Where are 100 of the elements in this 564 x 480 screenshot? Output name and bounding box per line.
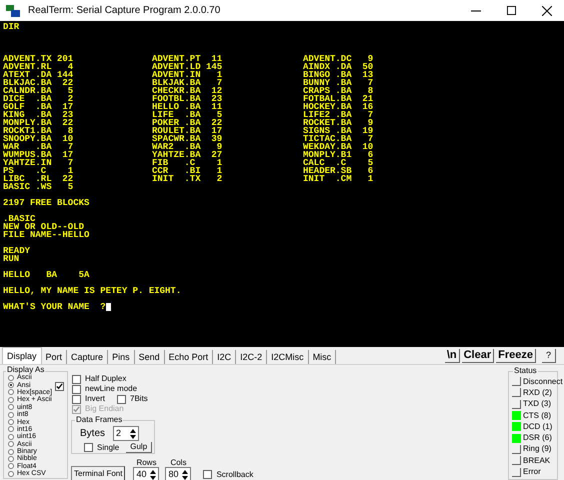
- tab[interactable]: I2C: [213, 350, 236, 364]
- terminal-line: FOTBAL.BA 21: [303, 95, 374, 103]
- radio-button[interactable]: [8, 389, 14, 396]
- terminal-line: WHAT'S YOUR NAME ?: [3, 303, 106, 311]
- toolbar-button[interactable]: Freeze: [496, 349, 536, 363]
- terminal-line: CALC .C 5: [303, 159, 374, 167]
- terminal-line: ROCKT1.BA 8: [3, 127, 74, 135]
- terminal-line: ADVENT.LD 145: [152, 63, 222, 71]
- terminal-line: BINGO .BA 13: [303, 71, 374, 79]
- spin-arrows-icon[interactable]: [181, 468, 190, 480]
- terminal-line: YAHTZE.IN 7: [3, 159, 74, 167]
- tab[interactable]: Misc: [308, 350, 336, 364]
- terminal-line: HELLO, MY NAME IS PETEY P. EIGHT.: [3, 287, 182, 295]
- radio-button[interactable]: [8, 404, 14, 410]
- radio-button[interactable]: [8, 382, 14, 388]
- status-label: Ring (9): [523, 445, 552, 454]
- group-title: Display As: [6, 366, 46, 374]
- status-label: DSR (6): [523, 434, 552, 442]
- checkbox[interactable]: [84, 443, 93, 452]
- checkbox[interactable]: [55, 382, 64, 391]
- terminal-line: READY: [3, 247, 30, 255]
- toolbar-button[interactable]: ?: [542, 349, 556, 363]
- terminal-line: ROCKET.BA 9: [303, 119, 374, 127]
- checkbox[interactable]: [203, 470, 212, 479]
- tab[interactable]: I2CMisc: [267, 350, 309, 364]
- terminal-line: BLKJAC.BA 22: [3, 79, 74, 87]
- terminal-line: FOOTBL.BA 23: [152, 95, 222, 103]
- group-title: Status: [513, 367, 538, 375]
- terminal-line: CRAPS .BA 8: [303, 87, 374, 95]
- radio-button[interactable]: [8, 456, 14, 462]
- tab[interactable]: Capture: [67, 350, 108, 364]
- terminal-line: HEADER.SB 6: [303, 167, 374, 175]
- status-label: DCD (1): [523, 422, 552, 431]
- toolbar-button[interactable]: \n: [444, 349, 460, 363]
- terminal-font-button[interactable]: Terminal Font: [71, 466, 126, 480]
- terminal-line: KING .BA 23: [3, 111, 74, 119]
- terminal-line: ADVENT.IN 1: [152, 71, 222, 79]
- tab[interactable]: Send: [134, 350, 165, 364]
- checkbox[interactable]: [117, 394, 126, 404]
- radio-button[interactable]: [8, 374, 14, 381]
- radio-button[interactable]: [8, 396, 14, 403]
- terminal-line: CCR .BI 1: [152, 167, 222, 175]
- status-label: BREAK: [523, 456, 550, 465]
- tab[interactable]: Display: [2, 347, 42, 364]
- app-icon: [6, 4, 20, 16]
- radio-button[interactable]: [8, 470, 14, 477]
- terminal-line: HELLO BA 5A: [3, 271, 90, 279]
- terminal-line: ROULET.BA 17: [152, 127, 222, 135]
- terminal-line: PS .C 1: [3, 167, 74, 175]
- bytes-spinner[interactable]: 2: [113, 426, 140, 441]
- close-icon[interactable]: [542, 6, 552, 16]
- radio-button[interactable]: [8, 434, 14, 440]
- checkbox-label: Invert: [85, 395, 106, 403]
- radio-button[interactable]: [8, 448, 14, 455]
- radio-button[interactable]: [8, 463, 14, 470]
- checkbox[interactable]: [72, 384, 81, 394]
- terminal-line: ATEXT .DA 144: [3, 71, 74, 79]
- terminal-line: ADVENT.PT 11: [152, 55, 222, 63]
- checkbox-label: newLine mode: [85, 385, 138, 393]
- radio-button[interactable]: [8, 426, 14, 432]
- bytes-label: Bytes: [80, 428, 106, 438]
- cols-spinner[interactable]: 80: [165, 467, 192, 480]
- terminal-line: CHECKR.BA 12: [152, 87, 222, 95]
- radio-button[interactable]: [8, 412, 14, 418]
- terminal-line: .BASIC: [3, 215, 36, 223]
- gulp-button[interactable]: Gulp: [126, 442, 152, 453]
- tab[interactable]: Echo Port: [164, 350, 214, 364]
- terminal-line: FILE NAME--HELLO: [3, 231, 90, 239]
- terminal-line: INIT .CM 1: [303, 175, 374, 183]
- terminal-line: YAHTZE.BA 27: [152, 151, 222, 159]
- terminal-line: 2197 FREE BLOCKS: [3, 199, 90, 207]
- spin-arrows-icon[interactable]: [149, 468, 158, 480]
- tab[interactable]: I2C-2: [236, 350, 268, 364]
- status-label: TXD (3): [523, 400, 551, 408]
- rows-label: Rows: [136, 459, 156, 467]
- window-title: RealTerm: Serial Capture Program 2.0.0.70: [28, 4, 220, 18]
- terminal-line: SPACWR.BA 39: [152, 135, 222, 143]
- terminal-line: RUN: [3, 255, 20, 263]
- terminal-line: SNOOPY.BA 10: [3, 135, 74, 143]
- toolbar-button[interactable]: Clear: [462, 349, 494, 363]
- spin-arrows-icon[interactable]: [129, 428, 138, 440]
- terminal-line: WAR .BA 7: [3, 143, 74, 151]
- terminal-line: FIB .C 1: [152, 159, 222, 167]
- radio-button[interactable]: [8, 441, 14, 448]
- tab[interactable]: Port: [42, 350, 68, 364]
- terminal-line: POKER .BA 22: [152, 119, 222, 127]
- checkbox[interactable]: [72, 374, 81, 384]
- maximize-icon[interactable]: [507, 6, 516, 15]
- status-label: CTS (8): [523, 412, 551, 420]
- terminal-line: BLKJAK.BA 7: [152, 79, 222, 87]
- checkbox[interactable]: [72, 394, 81, 404]
- tab[interactable]: Pins: [108, 350, 135, 364]
- radio-button[interactable]: [8, 419, 14, 426]
- terminal-line: HELLO .BA 11: [152, 103, 222, 111]
- terminal-line: HOCKEY.BA 16: [303, 103, 374, 111]
- terminal-line: ADVENT.TX 201: [3, 55, 74, 63]
- terminal-line: SIGNS .BA 19: [303, 127, 374, 135]
- rows-spinner[interactable]: 40: [133, 467, 160, 480]
- checkbox-label: Scrollback: [216, 470, 254, 478]
- terminal-line: LIFE .BA 5: [152, 111, 222, 119]
